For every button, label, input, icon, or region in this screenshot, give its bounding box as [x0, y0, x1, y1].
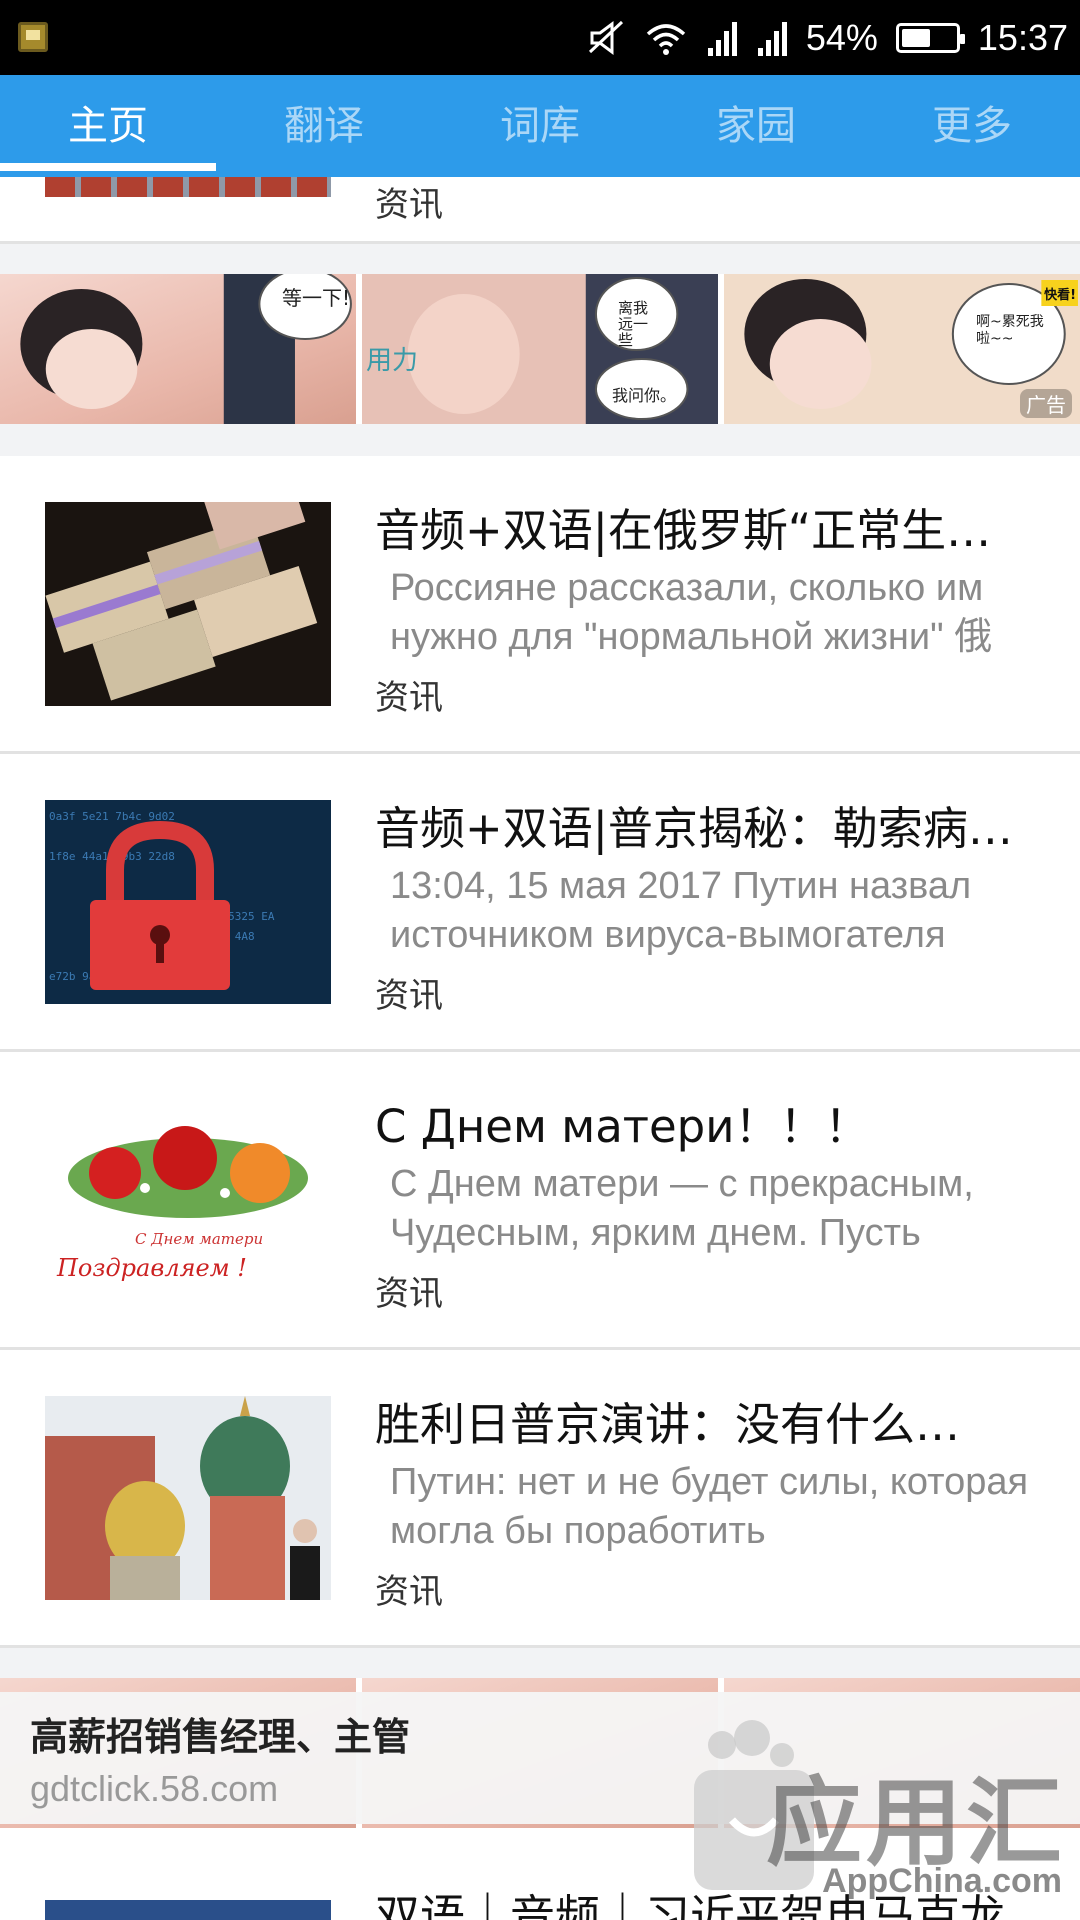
tab-translate[interactable]: 翻译: [216, 75, 432, 177]
watermark-subtext: AppChina.com: [822, 1862, 1062, 1900]
item-snippet: 13:04, 15 мая 2017 Путин назвал источник…: [390, 865, 972, 956]
cellular-signal-icon: [757, 21, 787, 56]
ad-banner-url: gdtclick.58.com: [30, 1768, 279, 1809]
ad-badge: 广告: [1020, 389, 1072, 418]
item-snippet: Путин: нет и не будет силы, которая могл…: [390, 1461, 1029, 1552]
speech-text: 等一下!: [282, 286, 351, 310]
speech-text: 快看!: [1044, 288, 1076, 303]
tab-more[interactable]: 更多: [864, 75, 1080, 177]
tab-community[interactable]: 家园: [648, 75, 864, 177]
list-item[interactable]: 资讯: [0, 177, 1080, 244]
tab-home[interactable]: 主页: [0, 75, 216, 177]
tab-dictionary[interactable]: 词库: [432, 75, 648, 177]
ad-panel: 用力 离我远一些 我问你。: [362, 274, 718, 424]
item-title: С Днем матери！！！: [375, 1100, 870, 1153]
list-item[interactable]: С Днем матери Поздравляем ! С Днем матер…: [0, 1052, 1080, 1350]
item-snippet: С Днем матери — с прекрасным, Чудесным, …: [390, 1163, 974, 1254]
svg-text:0a3f 5e21 7b4c 9d02: 0a3f 5e21 7b4c 9d02: [49, 810, 175, 823]
ad-panel: 啊~累死我啦~~ 快看! 广告: [724, 274, 1080, 424]
status-bar: 54% 15:37: [0, 0, 1080, 75]
card-caption: Поздравляем !: [57, 1254, 247, 1282]
item-title: 胜利日普京演讲：没有什么…: [375, 1398, 961, 1451]
tab-bar: 主页 翻译 词库 家园 更多: [0, 75, 1080, 177]
speech-text: 离我远一些: [618, 299, 649, 349]
news-thumbnail: С Днем матери Поздравляем !: [45, 1098, 331, 1302]
ad-panel: 等一下!: [0, 274, 356, 424]
wifi-icon: [646, 23, 686, 55]
divider: [0, 244, 1080, 274]
news-thumbnail: 0a3f 5e21 7b4c 9d02 1f8e 44a1 c9b3 22d8 …: [45, 800, 331, 1004]
news-thumbnail: [45, 502, 331, 706]
news-thumbnail: [45, 177, 331, 197]
list-item[interactable]: 胜利日普京演讲：没有什么… Путин: нет и не будет силы…: [0, 1350, 1080, 1648]
speech-text: 我问你。: [612, 386, 677, 405]
speech-text: 用力: [366, 346, 419, 376]
battery-percent: 54%: [805, 16, 878, 58]
ad-image-strip[interactable]: 等一下! 用力 离我远一些 我问你。 啊~累死我啦~~ 快看! 广告: [0, 274, 1080, 424]
divider: [0, 424, 1080, 456]
list-item[interactable]: 0a3f 5e21 7b4c 9d02 1f8e 44a1 c9b3 22d8 …: [0, 754, 1080, 1052]
list-item[interactable]: 音频+双语|在俄罗斯“正常生… Россияне рассказали, ско…: [0, 456, 1080, 754]
mute-icon: [588, 20, 623, 55]
news-thumbnail: [45, 1900, 331, 1920]
item-tag: 资讯: [375, 678, 443, 718]
card-caption: С Днем матери: [135, 1230, 264, 1248]
speech-text: 啊~累死我啦~~: [976, 314, 1044, 347]
item-tag: 资讯: [375, 976, 443, 1016]
ad-banner-title: 高薪招销售经理、主管: [30, 1715, 411, 1759]
app-notification-icon: [18, 22, 48, 52]
battery-level-fill: [901, 28, 930, 47]
divider: [0, 1648, 1080, 1678]
battery-icon: [895, 22, 965, 53]
item-tag: 资讯: [375, 185, 443, 225]
item-tag: 资讯: [375, 1274, 443, 1314]
cellular-signal-icon: [707, 21, 737, 56]
item-tag: 资讯: [375, 1572, 443, 1612]
item-title: 音频+双语|在俄罗斯“正常生…: [375, 504, 992, 557]
item-snippet: Россияне рассказали, сколько им нужно дл…: [390, 567, 993, 658]
clock: 15:37: [977, 16, 1068, 58]
item-title: 音频+双语|普京揭秘：勒索病…: [375, 802, 1013, 855]
news-thumbnail: [45, 1396, 331, 1600]
